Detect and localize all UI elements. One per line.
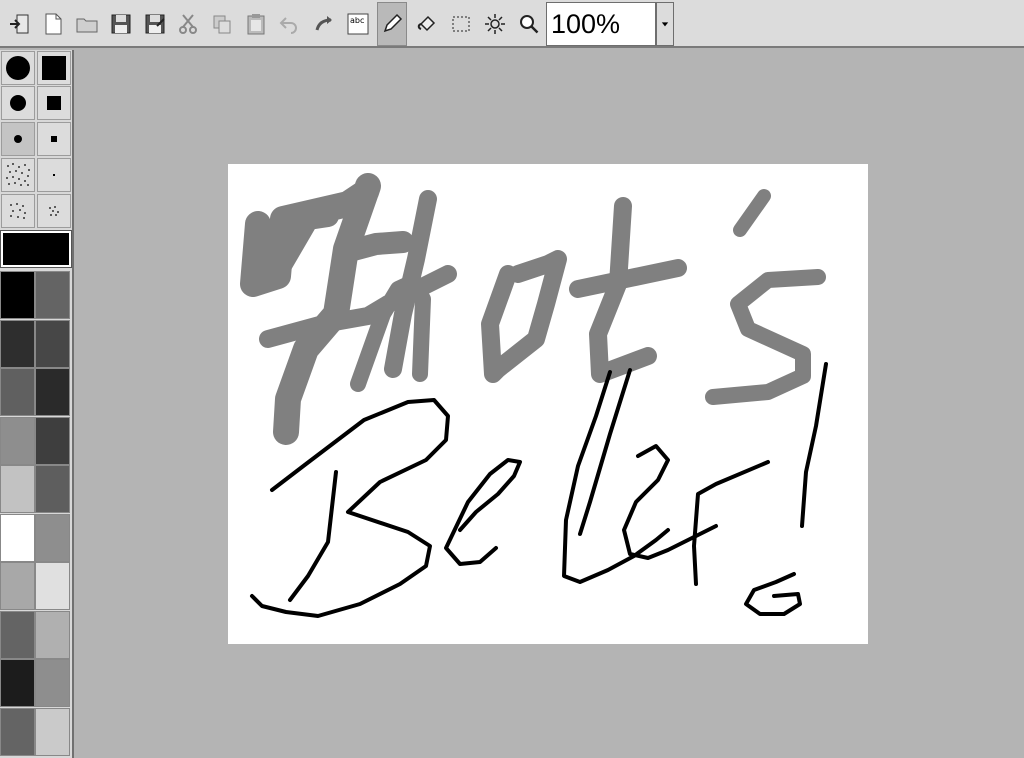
brush-spray-medium[interactable] [1, 194, 35, 228]
text-tool-letters-a: abc [350, 16, 364, 25]
palette-swatch[interactable] [0, 659, 35, 707]
palette-swatch[interactable] [0, 416, 35, 465]
brush-circle-large[interactable] [1, 51, 35, 85]
palette-swatch[interactable] [0, 562, 35, 610]
palette-swatch[interactable] [0, 319, 35, 368]
palette-swatch[interactable] [0, 368, 35, 416]
brush-circle-medium[interactable] [1, 86, 35, 120]
redo-icon[interactable] [309, 8, 339, 40]
undo-icon[interactable] [275, 8, 305, 40]
brush-square-medium[interactable] [37, 86, 71, 120]
current-color-swatch [0, 230, 72, 268]
brush-circle-small[interactable] [1, 122, 35, 156]
brush-square-large[interactable] [37, 51, 71, 85]
brush-spray-large[interactable] [1, 158, 35, 192]
palette-swatch[interactable] [35, 271, 70, 319]
toolbar: abc 100% [0, 0, 1024, 48]
palette-swatch[interactable] [35, 319, 70, 368]
fill-bucket-icon[interactable] [412, 8, 442, 40]
spray-small-icon [49, 206, 59, 216]
brush-spray-small[interactable] [37, 194, 71, 228]
open-folder-icon[interactable] [72, 8, 102, 40]
save-icon[interactable] [106, 8, 136, 40]
palette-swatch[interactable] [35, 416, 70, 465]
gray-strokes [240, 173, 826, 445]
new-file-icon[interactable] [38, 8, 68, 40]
palette-swatch[interactable] [35, 562, 70, 610]
chevron-down-icon [661, 22, 669, 27]
canvas-drawing [240, 173, 828, 618]
palette-swatch[interactable] [0, 465, 35, 513]
brush-dot-tiny[interactable] [37, 158, 71, 192]
save-as-icon[interactable] [140, 8, 170, 40]
effects-icon[interactable] [480, 8, 510, 40]
palette-swatch[interactable] [0, 271, 35, 319]
palette-swatch[interactable] [0, 707, 35, 756]
spray-large-icon [6, 163, 30, 186]
palette-swatch[interactable] [35, 368, 70, 416]
select-rect-icon[interactable] [446, 8, 476, 40]
paste-icon[interactable] [241, 8, 271, 40]
palette-swatch[interactable] [0, 513, 35, 562]
zoom-icon[interactable] [514, 8, 544, 40]
zoom-dropdown-button[interactable] [656, 2, 674, 46]
palette-swatch[interactable] [35, 610, 70, 659]
palette-swatch[interactable] [35, 659, 70, 707]
palette-swatch[interactable] [35, 513, 70, 562]
palette-swatch[interactable] [35, 707, 70, 756]
tool-options-panel [0, 50, 74, 758]
palette-swatch[interactable] [0, 610, 35, 659]
pencil-icon[interactable] [377, 2, 407, 46]
palette-swatch[interactable] [35, 465, 70, 513]
text-tool-icon[interactable]: abc [343, 8, 373, 40]
cut-icon[interactable] [173, 8, 203, 40]
spray-medium-icon [10, 203, 26, 219]
copy-icon[interactable] [207, 8, 237, 40]
brush-square-small[interactable] [37, 122, 71, 156]
exit-icon[interactable] [5, 8, 35, 40]
drawing-canvas[interactable] [228, 164, 868, 644]
zoom-level-field[interactable]: 100% [546, 2, 656, 46]
